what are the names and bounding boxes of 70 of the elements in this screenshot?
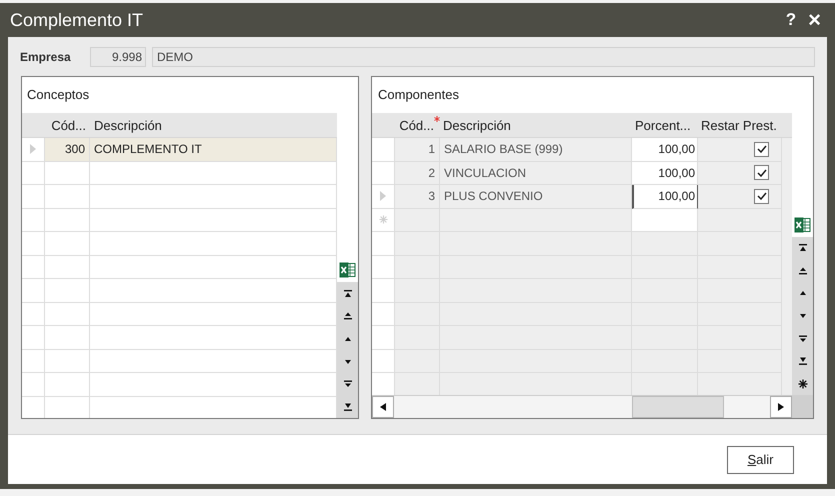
page-down-icon [798, 334, 808, 344]
table-cell: 300 [45, 138, 90, 162]
window-title: Complemento IT [10, 8, 144, 32]
last-record-icon [342, 402, 352, 412]
company-name-field: DEMO [152, 47, 815, 67]
row-pointer-icon [380, 191, 386, 202]
column-header[interactable]: Cód... [396, 113, 437, 138]
empty-cell [22, 326, 45, 350]
right-arrow-icon [778, 403, 784, 411]
checkmark-icon [756, 192, 766, 200]
spreadsheet-icon[interactable] [794, 216, 811, 233]
company-code-field: 9.998 [90, 47, 146, 67]
scroll-right-button[interactable] [770, 396, 792, 418]
table-cell[interactable]: 100,00 [632, 138, 698, 162]
scrollbar-corner [792, 395, 813, 418]
table-cell[interactable]: 100,00 [632, 162, 698, 185]
empty-cell [22, 279, 45, 302]
panel-title: Conceptos [26, 86, 90, 104]
first-record-icon [798, 243, 808, 254]
empresa-label: Empresa [20, 49, 72, 66]
spreadsheet-icon[interactable] [339, 262, 356, 278]
navigation-button[interactable] [792, 372, 813, 395]
empty-cell [45, 208, 90, 232]
horizontal-scrollbar[interactable] [372, 395, 792, 418]
checkmark-icon [756, 168, 766, 177]
navigation-button[interactable] [337, 282, 358, 306]
new-row-icon [378, 215, 388, 224]
row-pointer-icon [30, 144, 36, 154]
table-cell: COMPLEMENTO IT [90, 138, 337, 162]
checkbox[interactable] [754, 188, 769, 204]
close-button[interactable]: × [802, 9, 827, 31]
empty-cell [45, 326, 90, 350]
salir-button[interactable]: Salir [727, 446, 794, 474]
empty-cell [22, 232, 45, 256]
empty-cell [22, 208, 45, 232]
empty-cell [45, 350, 90, 373]
column-header[interactable]: Restar Prest. [698, 113, 780, 138]
column-header[interactable]: Cód... [45, 113, 90, 137]
help-button[interactable]: ? [780, 7, 802, 33]
empty-cell [45, 279, 90, 302]
empty-cell [45, 256, 90, 279]
checkmark-icon [756, 145, 766, 154]
empty-cell [45, 185, 90, 208]
column-header[interactable]: Descripción [90, 113, 337, 137]
empty-cell [22, 373, 45, 396]
page-down-icon [342, 379, 352, 390]
first-record-icon [342, 288, 352, 299]
page-up-icon [798, 266, 808, 276]
empty-cell [45, 162, 90, 185]
navigation-button[interactable] [792, 236, 813, 260]
column-header[interactable]: Descripción [440, 113, 514, 138]
empty-cell [45, 373, 90, 396]
scrollbar-thumb[interactable] [632, 396, 724, 418]
panel-title: Componentes [377, 86, 460, 104]
left-arrow-icon [380, 403, 386, 411]
empty-cell [45, 302, 90, 326]
navigation-button[interactable] [337, 395, 358, 418]
page-up-icon [342, 311, 352, 322]
empty-cell [45, 232, 90, 256]
asterisk-icon [798, 378, 808, 389]
empty-cell [22, 185, 45, 208]
empty-cell [22, 350, 45, 373]
last-record-icon [798, 356, 808, 366]
empty-cell [22, 256, 45, 279]
table-cell[interactable]: 100,00 [632, 185, 698, 208]
checkbox[interactable] [754, 165, 769, 180]
column-header[interactable]: Porcent... [632, 113, 694, 138]
checkbox[interactable] [754, 142, 769, 157]
scroll-left-button[interactable] [372, 396, 394, 418]
empty-cell [22, 302, 45, 326]
